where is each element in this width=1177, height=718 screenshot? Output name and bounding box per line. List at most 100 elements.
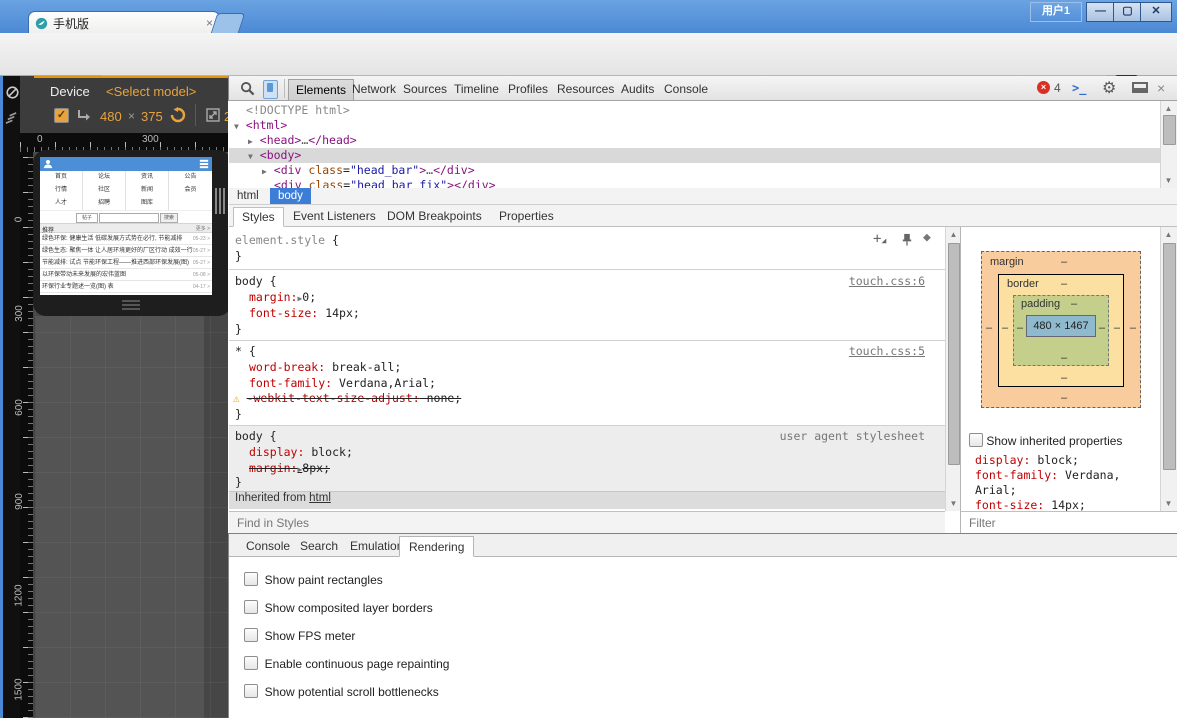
mobile-nav-link[interactable]: [169, 197, 212, 210]
styles-scrollbar[interactable]: ▲ ▼: [945, 227, 961, 511]
option-show-paint-rectangles[interactable]: Show paint rectangles: [244, 572, 383, 586]
inspect-search-icon[interactable]: [240, 81, 255, 96]
computed-prop-fontsize[interactable]: font-size: 14px;: [975, 498, 1086, 511]
pin-icon[interactable]: [901, 233, 913, 246]
tab-audits[interactable]: Audits: [614, 79, 661, 100]
error-badge-icon[interactable]: ×: [1037, 81, 1050, 94]
device-pixel-ratio-field[interactable]: 2: [224, 109, 228, 124]
option-scroll-bottlenecks[interactable]: Show potential scroll bottlenecks: [244, 684, 439, 698]
mobile-news-item[interactable]: 环保行业专题述一览(图) 表04-17 >: [40, 281, 212, 293]
close-devtools-icon[interactable]: ×: [1157, 80, 1165, 96]
mobile-nav-link[interactable]: 人才: [40, 197, 83, 210]
mobile-nav-link[interactable]: 行情: [40, 184, 83, 197]
rule-body-touchcss[interactable]: body {: [235, 274, 277, 288]
boxmodel-border[interactable]: border – – – – padding – – – – 480 × 146…: [998, 274, 1124, 387]
option-show-fps-meter[interactable]: Show FPS meter: [244, 628, 355, 642]
tab-timeline[interactable]: Timeline: [447, 79, 506, 100]
user-icon[interactable]: [43, 159, 53, 169]
mobile-nav-link[interactable]: 图库: [126, 197, 169, 210]
css-property[interactable]: font-size: 14px;: [249, 306, 360, 320]
mobile-news-item[interactable]: 以环保带动未来发展的宏伟蓝图05-08 >: [40, 269, 212, 281]
mobile-nav-link[interactable]: 招聘: [83, 197, 126, 210]
dom-div-headbarfix-node[interactable]: <div class="head_bar_fix"></div>: [229, 178, 1160, 188]
mobile-nav-link[interactable]: 社区: [83, 184, 126, 197]
device-screen[interactable]: 首页 论坛 资讯 公告 行情 社区 新闻 会员 人才 招聘 图库 帖子 搜索: [40, 157, 212, 295]
swap-dimensions-icon[interactable]: [170, 107, 186, 123]
drawer-tab-search[interactable]: Search: [291, 536, 347, 557]
select-model-dropdown[interactable]: <Select model>: [106, 84, 196, 99]
mobile-news-item[interactable]: 节能减排: 试点 节能环保工程——推进西部环保发展(图)05-27 >: [40, 257, 212, 269]
device-mode-icon[interactable]: [263, 80, 278, 99]
rule-element-style[interactable]: element.style {: [235, 233, 339, 247]
boxmodel-padding[interactable]: padding – – – – 480 × 1467: [1013, 295, 1109, 366]
mobile-search-button[interactable]: 搜索: [160, 213, 178, 223]
option-show-composited-borders[interactable]: Show composited layer borders: [244, 600, 433, 614]
dom-head-node[interactable]: ▶ <head>…</head>: [229, 133, 1160, 148]
breadcrumb-html[interactable]: html: [229, 188, 267, 204]
find-in-styles-bar[interactable]: [229, 511, 945, 533]
device-home-button[interactable]: [122, 300, 140, 310]
breadcrumb-body[interactable]: body: [270, 188, 311, 204]
tab-resources[interactable]: Resources: [550, 79, 621, 100]
option-continuous-repainting[interactable]: Enable continuous page repainting: [244, 656, 449, 670]
dom-doctype[interactable]: <!DOCTYPE html>: [229, 103, 1160, 118]
show-inherited-checkbox[interactable]: [969, 433, 983, 447]
checkbox[interactable]: [244, 628, 258, 642]
sidebar-scrollbar[interactable]: ▲ ▼: [1160, 227, 1177, 511]
collapse-arrow-icon[interactable]: ▶: [262, 167, 267, 176]
drawer-tab-rendering[interactable]: Rendering: [399, 536, 474, 557]
computed-filter-bar[interactable]: [960, 511, 1177, 533]
mobile-nav-link[interactable]: 新闻: [126, 184, 169, 197]
css-property-invalid[interactable]: ⚠ -webkit-text-size-adjust: none;: [233, 391, 461, 405]
mobile-news-item[interactable]: 绿色环保: 健康生活 低碳发展方式势在必行, 节能减排05-23 >: [40, 233, 212, 245]
css-property-overridden[interactable]: margin:▶8px;: [249, 461, 330, 475]
color-format-icon[interactable]: ◆: [923, 230, 931, 245]
rotate-icon[interactable]: [76, 107, 92, 123]
viewport-height-field[interactable]: 375: [141, 109, 163, 124]
tab-console[interactable]: Console: [657, 79, 715, 100]
menu-grid-icon[interactable]: [199, 159, 209, 169]
tab-sources[interactable]: Sources: [396, 79, 454, 100]
emulate-checkbox[interactable]: ✓: [54, 108, 69, 123]
tab-profiles[interactable]: Profiles: [501, 79, 555, 100]
checkbox[interactable]: [244, 600, 258, 614]
expand-arrow-icon[interactable]: ▼: [248, 152, 253, 161]
drawer-tab-console[interactable]: Console: [237, 536, 299, 557]
dom-div-headbar-node[interactable]: ▶ <div class="head_bar">…</div>: [229, 163, 1160, 178]
touch-emulation-icon[interactable]: [4, 112, 19, 125]
minimize-button[interactable]: —: [1086, 2, 1115, 22]
new-tab-button[interactable]: [211, 13, 245, 33]
mobile-nav-link[interactable]: 资讯: [126, 171, 169, 184]
checkbox[interactable]: [244, 656, 258, 670]
boxmodel-margin[interactable]: margin – – – – border – – – – padding – …: [981, 251, 1141, 408]
boxmodel-content[interactable]: 480 × 1467: [1026, 315, 1096, 337]
tab-properties[interactable]: Properties: [491, 207, 562, 227]
dock-side-icon[interactable]: [1132, 82, 1148, 93]
rule-star-touchcss[interactable]: * {: [235, 344, 256, 358]
computed-prop-display[interactable]: display: block;: [975, 453, 1079, 467]
error-count[interactable]: 4: [1054, 81, 1061, 95]
close-window-button[interactable]: ✕: [1140, 2, 1172, 22]
rule-body-useragent[interactable]: body { user agent stylesheet display: bl…: [229, 425, 945, 492]
tab-styles[interactable]: Styles: [233, 207, 284, 227]
checkbox[interactable]: [244, 684, 258, 698]
mobile-nav-link[interactable]: 会员: [169, 184, 212, 197]
tab-event-listeners[interactable]: Event Listeners: [285, 207, 384, 227]
checkbox[interactable]: [244, 572, 258, 586]
settings-gear-icon[interactable]: ⚙: [1102, 78, 1116, 98]
dom-body-node-selected[interactable]: ▼ <body>: [229, 148, 1160, 163]
css-property[interactable]: margin:▶0;: [249, 290, 316, 304]
search-type-select[interactable]: 帖子: [76, 213, 98, 223]
fit-window-icon[interactable]: [206, 108, 220, 122]
css-property[interactable]: display: block;: [249, 445, 353, 459]
console-drawer-icon[interactable]: >_: [1072, 81, 1086, 95]
dom-html-node[interactable]: ▼ <html>: [229, 118, 1160, 133]
find-in-styles-input[interactable]: [235, 515, 883, 531]
viewport-width-field[interactable]: 480: [100, 109, 122, 124]
inherited-html-link[interactable]: html: [309, 492, 331, 504]
mobile-nav-link[interactable]: 首页: [40, 171, 83, 184]
section-more-link[interactable]: 更多 >: [196, 225, 210, 232]
show-inherited-row[interactable]: Show inherited properties: [969, 433, 1122, 450]
device-scrollbar-grip[interactable]: [215, 188, 225, 217]
computed-filter-input[interactable]: [967, 515, 1165, 531]
